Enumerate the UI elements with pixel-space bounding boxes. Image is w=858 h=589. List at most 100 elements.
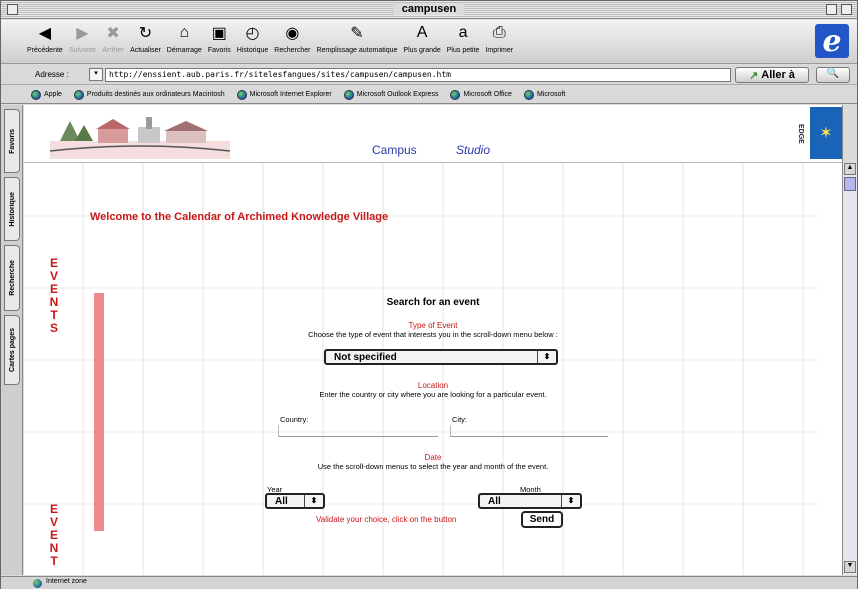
city-field[interactable] [450,425,608,437]
browser-window: campusen ◀ Précédente ▶ Suivante ✖ Arrêter ↻ Ac… [0,0,858,589]
toolbar-button-label: Remplissage automatique [316,47,398,54]
address-history-dropdown[interactable]: ▾ [89,68,103,81]
village-background-pattern [24,163,819,575]
back-icon: ◀ [38,25,52,42]
month-select[interactable]: All ⬍ [478,493,582,509]
favorite-label: Microsoft [536,91,566,98]
go-arrow-icon: ↗ [749,69,759,82]
search-form-title: Search for an event [386,297,480,308]
city-label: City: [452,415,467,424]
toolbar-button-label: Suivante [68,47,97,54]
toolbar-button-label: Plus petite [446,47,480,54]
forward-icon: ▶ [76,25,89,42]
year-select[interactable]: All ⬍ [265,493,325,509]
nav-studio-link[interactable]: Studio [456,143,490,157]
explorer-side-tabs: Favoris Historique Recherche Cartes pages [1,105,23,575]
collapse-box-icon[interactable] [841,4,852,15]
favorite-link[interactable]: Microsoft Outlook Express [343,89,439,100]
autofill-icon: ✎ [350,25,364,42]
navigation-toolbar: ◀ Précédente ▶ Suivante ✖ Arrêter ↻ Actualiser ⌂… [1,20,857,64]
event-type-select[interactable]: Not specified ⬍ [324,349,558,365]
favorite-link[interactable]: Microsoft Office [450,89,512,100]
page-content: Campus Studio EDGE ✶ Welcome to the Cale… [24,105,842,575]
side-tab-label: Cartes pages [8,328,16,372]
vertical-scrollbar[interactable]: ▲ ▼ [842,105,857,575]
side-tab-label: Recherche [8,260,16,296]
toolbar-button-label: Historique [236,47,269,54]
select-caret-icon: ⬍ [543,352,551,361]
events-vertical-label-bottom: EVENT [48,503,60,568]
events-letter: T [50,554,58,568]
toolbar-button-autofill[interactable]: ✎ Remplissage automatique [316,20,397,54]
toolbar-button-larger-text[interactable]: A Plus grande [403,20,440,54]
ie-logo-icon[interactable]: e [815,24,849,59]
send-button[interactable]: Send [521,511,563,528]
year-select-value: All [275,495,288,507]
edge-logo: EDGE [797,124,804,144]
status-bar: Internet zone [1,576,857,589]
favorite-link[interactable]: Microsoft Internet Explorer [236,89,332,100]
toolbar-button-history[interactable]: ◴ Historique [237,20,269,54]
side-tab-historique[interactable]: Historique [4,177,20,241]
type-of-event-instructions: Choose the type of event that interests … [308,330,558,339]
favorites-icon: ▣ [211,25,227,42]
favorite-label: Microsoft Internet Explorer [249,91,332,98]
favorite-link[interactable]: Microsoft [523,89,566,100]
address-search-button[interactable]: 🔍 [816,67,850,83]
toolbar-button-home[interactable]: ⌂ Démarrage [167,20,202,54]
select-caret-icon: ⬍ [567,496,575,505]
event-type-select-value: Not specified [334,351,397,363]
favorite-link[interactable]: Apple [31,89,62,100]
close-box-icon[interactable] [7,4,18,15]
location-instructions: Enter the country or city where you are … [319,390,547,399]
toolbar-button-label: Rechercher [274,47,311,54]
scroll-up-arrow-icon[interactable]: ▲ [844,163,856,175]
toolbar-button-label: Arrêter [102,47,124,54]
side-tab-recherche[interactable]: Recherche [4,245,20,311]
toolbar-button-print[interactable]: ⎙ Imprimer [485,20,513,54]
toolbar-button-stop[interactable]: ✖ Arrêter [102,20,124,54]
favorite-label: Microsoft Office [463,91,512,98]
globe-icon [31,89,41,100]
nav-campus-link[interactable]: Campus [372,143,417,157]
globe-icon [236,89,247,100]
eu-flag-icon: ✶ [810,107,842,159]
zoom-box-icon[interactable] [826,4,837,15]
toolbar-button-label: Actualiser [130,47,161,54]
larger-text-icon: A [416,24,428,41]
toolbar-button-label: Précédente [27,47,63,54]
toolbar-button-forward[interactable]: ▶ Suivante [69,20,96,54]
go-button-label: Aller à [761,69,795,81]
globe-icon [33,579,42,588]
toolbar-button-label: Favoris [207,47,231,54]
title-bar[interactable]: campusen [1,1,857,19]
toolbar-button-search[interactable]: ◉ Rechercher [274,20,310,54]
site-banner: Campus Studio EDGE ✶ [24,105,842,163]
favorite-link[interactable]: Produits destinés aux ordinateurs Macint… [73,89,225,100]
location-heading: Location [417,381,449,390]
month-select-value: All [488,495,501,507]
history-icon: ◴ [245,25,260,42]
side-tab-favoris[interactable]: Favoris [4,109,20,173]
country-field[interactable] [278,425,438,437]
toolbar-button-back[interactable]: ◀ Précédente [27,20,63,54]
toolbar-button-favorites[interactable]: ▣ Favoris [208,20,231,54]
toolbar-button-refresh[interactable]: ↻ Actualiser [130,20,161,54]
favorites-bar: Apple Produits destinés aux ordinateurs M… [1,86,857,104]
refresh-icon: ↻ [138,25,153,42]
toolbar-button-label: Démarrage [166,47,202,54]
side-tab-label: Historique [8,191,16,227]
scrollbar-thumb[interactable] [844,177,856,191]
print-icon: ⎙ [492,24,506,41]
scroll-down-arrow-icon[interactable]: ▼ [844,561,856,573]
go-button[interactable]: ↗ Aller à [735,67,809,83]
welcome-heading: Welcome to the Calendar of Archimed Know… [90,211,389,223]
home-icon: ⌂ [179,24,190,41]
side-tab-cartes-pages[interactable]: Cartes pages [4,315,20,385]
toolbar-button-smaller-text[interactable]: a Plus petite [447,20,480,54]
favorite-label: Microsoft Outlook Express [356,91,439,98]
select-caret-icon: ⬍ [310,496,318,505]
validate-instruction: Validate your choice, click on the butto… [316,515,457,524]
address-input[interactable]: http://enssient.aub.paris.fr/sitelesfang… [105,68,731,82]
favorite-label: Produits destinés aux ordinateurs Macint… [86,91,225,98]
